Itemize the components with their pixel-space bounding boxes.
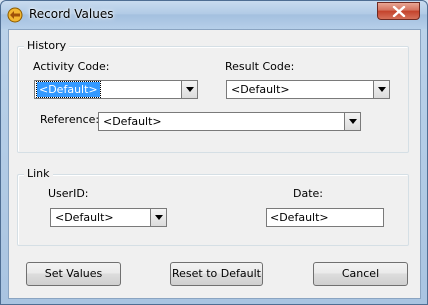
activity-code-dropdown[interactable]: <Default> <box>34 80 198 99</box>
result-code-dropdown-button[interactable] <box>373 80 390 99</box>
cancel-button[interactable]: Cancel <box>313 262 408 286</box>
reference-label: Reference: <box>40 113 100 126</box>
reference-dropdown[interactable]: <Default> <box>98 112 361 131</box>
chevron-down-icon <box>155 215 163 220</box>
chevron-down-icon <box>349 119 357 124</box>
date-label: Date: <box>293 187 323 200</box>
dialog-window: Record Values History Activity Code: <De… <box>0 0 428 305</box>
activity-code-dropdown-button[interactable] <box>181 80 198 99</box>
app-icon <box>7 7 23 23</box>
close-button[interactable] <box>377 2 420 20</box>
dialog-body: History Activity Code: <Default> Result … <box>8 29 421 299</box>
reset-to-default-button[interactable]: Reset to Default <box>170 262 263 286</box>
history-group-label: History <box>24 39 70 52</box>
window-title: Record Values <box>29 7 114 21</box>
activity-code-label: Activity Code: <box>33 60 110 73</box>
chevron-down-icon <box>186 87 194 92</box>
title-bar[interactable]: Record Values <box>1 1 427 29</box>
result-code-dropdown[interactable]: <Default> <box>226 80 390 99</box>
activity-code-value: <Default> <box>36 81 101 98</box>
result-code-label: Result Code: <box>225 60 295 73</box>
link-group-label: Link <box>24 167 53 180</box>
user-id-dropdown[interactable]: <Default> <box>50 208 167 227</box>
set-values-button[interactable]: Set Values <box>26 262 121 286</box>
reference-dropdown-button[interactable] <box>344 112 361 131</box>
close-icon <box>392 6 406 17</box>
user-id-value: <Default> <box>55 211 114 224</box>
result-code-value: <Default> <box>231 83 290 96</box>
date-field[interactable]: <Default> <box>266 208 384 227</box>
user-id-label: UserID: <box>48 187 89 200</box>
chevron-down-icon <box>378 87 386 92</box>
user-id-dropdown-button[interactable] <box>150 208 167 227</box>
reference-value: <Default> <box>103 115 162 128</box>
